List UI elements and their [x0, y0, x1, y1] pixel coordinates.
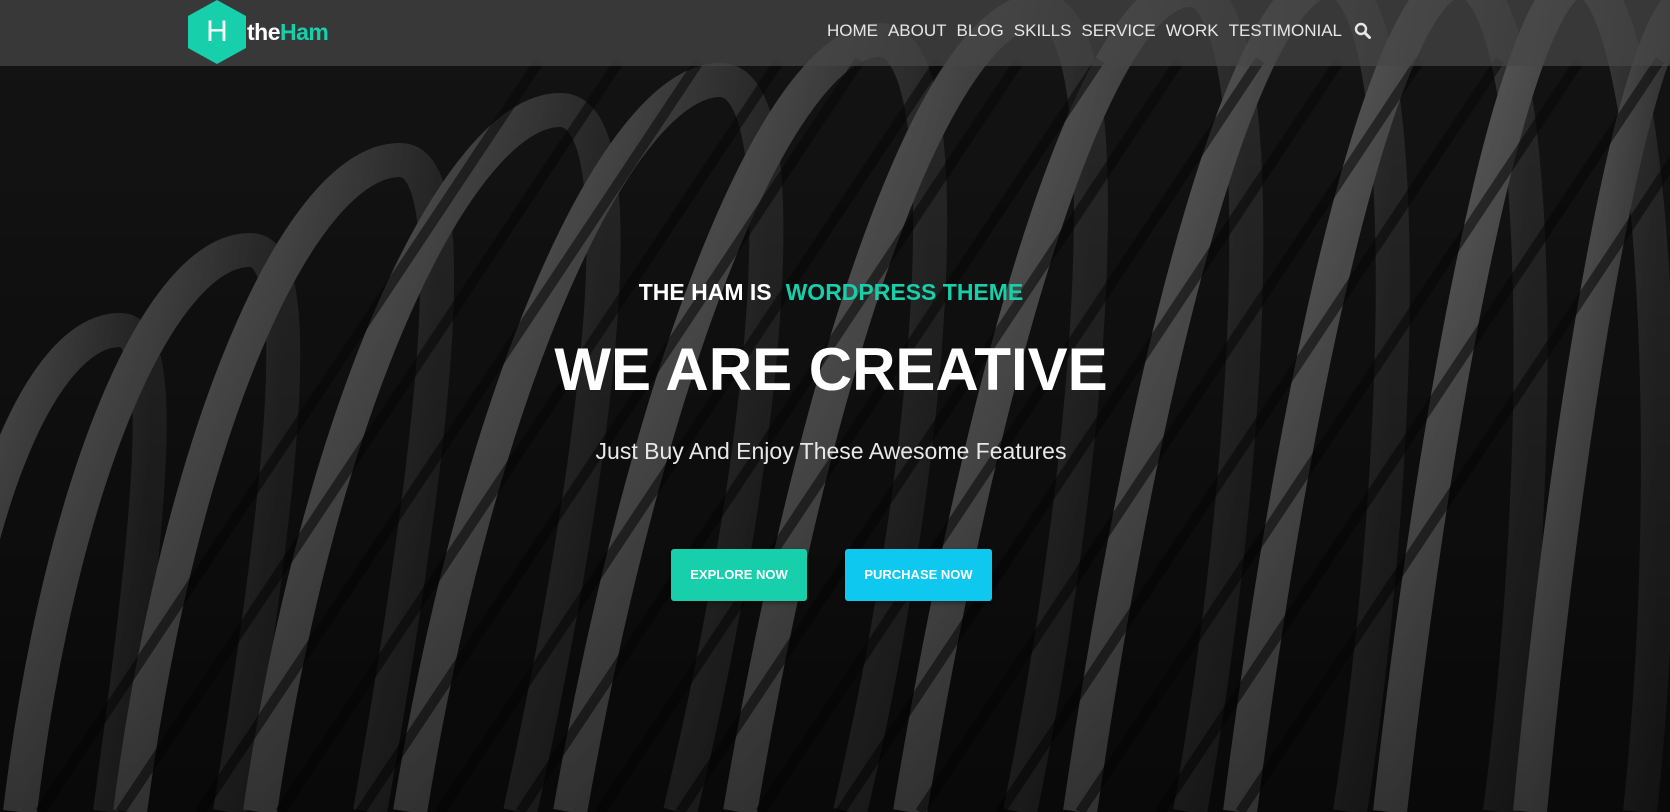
purchase-now-button[interactable]: PURCHASE NOW: [845, 549, 992, 601]
hero-headline: WE ARE CREATIVE: [554, 336, 1108, 403]
hero-tagline-accent: WORDPRESS THEME: [785, 279, 1024, 305]
hero-tagline-lead: THE HAM IS: [638, 279, 772, 305]
hero-subheadline: Just Buy And Enjoy These Awesome Feature…: [595, 438, 1067, 464]
hero-tagline: THE HAM IS WORDPRESS THEME: [0, 279, 1662, 306]
hero-content: THE HAM IS WORDPRESS THEME WE ARE CREATIV…: [0, 0, 1670, 812]
explore-now-button[interactable]: EXPLORE NOW: [671, 549, 807, 601]
hero-section: H theHam HOME ABOUT BLOG SKILLS SERVICE …: [0, 0, 1670, 812]
